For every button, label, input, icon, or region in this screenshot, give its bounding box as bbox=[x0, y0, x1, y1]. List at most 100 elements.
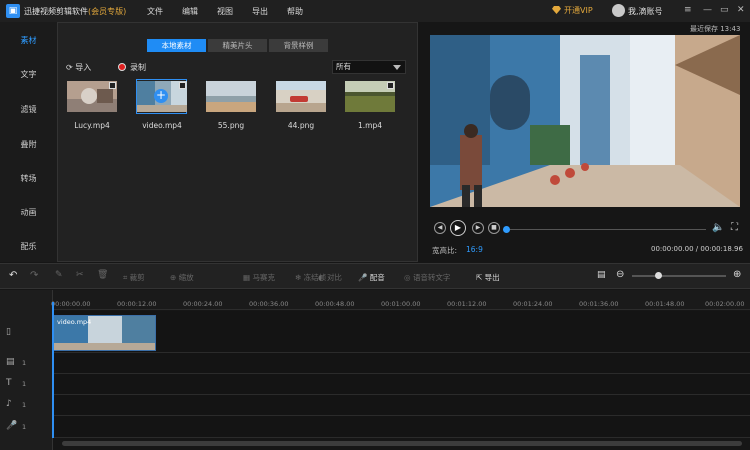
ruler-tick: 00:01:12.00 bbox=[447, 300, 487, 308]
microphone-icon: 🎤 bbox=[6, 421, 18, 431]
film-icon: ▣ bbox=[6, 4, 20, 18]
sidebar-item-text[interactable]: 文字 bbox=[0, 69, 57, 80]
media-library bbox=[57, 22, 418, 262]
refresh-icon: ⟳ bbox=[66, 63, 73, 72]
zoom-out-icon[interactable]: ⊖ bbox=[616, 269, 624, 280]
menu-view[interactable]: 视图 bbox=[217, 6, 233, 17]
ruler-tick: 00:00:48.00 bbox=[315, 300, 355, 308]
edit-icon[interactable]: ✎ bbox=[55, 270, 63, 280]
video-badge-icon bbox=[179, 82, 186, 89]
dub-button[interactable]: 🎤 配音 bbox=[358, 272, 385, 283]
redo-icon[interactable]: ↷ bbox=[30, 270, 38, 281]
ruler-tick: 00:02:00.00 bbox=[705, 300, 745, 308]
zoom-slider[interactable] bbox=[632, 275, 726, 277]
horizontal-scrollbar[interactable] bbox=[62, 441, 742, 446]
close-icon[interactable]: ✕ bbox=[737, 5, 745, 15]
aspect-label: 宽高比: bbox=[432, 246, 458, 255]
track-number: 1 bbox=[22, 359, 27, 367]
track-number: 1 bbox=[22, 401, 27, 409]
volume-icon[interactable]: 🔈 bbox=[712, 222, 724, 233]
video-badge-icon bbox=[387, 82, 394, 89]
record-icon bbox=[118, 63, 126, 71]
menu-file[interactable]: 文件 bbox=[147, 6, 163, 17]
minimize-icon[interactable]: — bbox=[703, 5, 712, 15]
delete-icon[interactable]: 🗑 bbox=[97, 270, 108, 280]
sidebar-item-music[interactable]: 配乐 bbox=[0, 241, 57, 252]
previous-frame-button[interactable]: ◀ bbox=[434, 222, 446, 234]
seek-bar[interactable] bbox=[503, 229, 706, 230]
ruler-tick: 00:00:00.00 bbox=[51, 300, 91, 308]
undo-icon[interactable]: ↶ bbox=[9, 270, 17, 281]
text-track[interactable] bbox=[53, 374, 750, 395]
mosaic-button[interactable]: ▦ 马赛克 bbox=[243, 272, 275, 283]
contrast-button[interactable]: ◐ 对比 bbox=[318, 272, 342, 283]
menu-export[interactable]: 导出 bbox=[252, 6, 268, 17]
thumb-44png[interactable] bbox=[276, 81, 326, 112]
thumb-lucy[interactable] bbox=[67, 81, 117, 112]
import-button[interactable]: ⟳ 导入 bbox=[66, 62, 91, 73]
thumb-label: 44.png bbox=[287, 121, 315, 130]
record-button[interactable]: 录制 bbox=[118, 62, 146, 73]
app-title: 迅捷视频剪辑软件(会员专版) bbox=[24, 7, 127, 16]
menu-edit[interactable]: 编辑 bbox=[182, 6, 198, 17]
timecode: 00:00:00.00 / 00:00:18.96 bbox=[651, 245, 743, 253]
playhead[interactable] bbox=[52, 302, 54, 438]
ruler-tick: 00:00:24.00 bbox=[183, 300, 223, 308]
fit-timeline-icon[interactable]: ▤ bbox=[597, 270, 606, 280]
ruler-tick: 00:01:24.00 bbox=[513, 300, 553, 308]
video-preview[interactable] bbox=[430, 35, 740, 207]
open-vip-button[interactable]: 开通VIP bbox=[552, 5, 593, 16]
tab-backgrounds[interactable]: 背景样例 bbox=[269, 39, 328, 52]
thumb-label: 1.mp4 bbox=[358, 121, 382, 130]
clip-label: video.mp4 bbox=[57, 318, 92, 326]
thumb-55png[interactable] bbox=[206, 81, 256, 112]
sidebar-item-animation[interactable]: 动画 bbox=[0, 207, 57, 218]
ruler-tick: 00:01:36.00 bbox=[579, 300, 619, 308]
video-badge-icon bbox=[109, 82, 116, 89]
menu-help[interactable]: 帮助 bbox=[287, 6, 303, 17]
main-video-track[interactable] bbox=[53, 311, 750, 353]
play-button[interactable]: ▶ bbox=[450, 220, 466, 236]
voice-track[interactable] bbox=[53, 416, 750, 438]
export-button[interactable]: ⇱ 导出 bbox=[476, 272, 500, 283]
ruler-tick: 00:00:12.00 bbox=[117, 300, 157, 308]
track-number: 1 bbox=[22, 380, 27, 388]
stop-button[interactable]: ■ bbox=[488, 222, 500, 234]
music-note-icon: ♪ bbox=[6, 399, 12, 409]
video-track[interactable] bbox=[53, 353, 750, 374]
seek-handle[interactable] bbox=[503, 226, 510, 233]
aspect-ratio-select[interactable]: 16:9 bbox=[466, 245, 483, 254]
sidebar-item-transition[interactable]: 转场 bbox=[0, 173, 57, 184]
avatar[interactable] bbox=[612, 4, 625, 17]
filter-select[interactable]: 所有 bbox=[332, 60, 406, 74]
tab-intros[interactable]: 精美片头 bbox=[208, 39, 267, 52]
split-icon[interactable]: ✂ bbox=[76, 270, 84, 280]
account-button[interactable]: 我,滴账号 bbox=[628, 6, 663, 17]
text-icon: T bbox=[6, 378, 12, 388]
save-status: 最近保存 13:43 bbox=[690, 25, 741, 33]
edition-label: (会员专版) bbox=[88, 7, 127, 16]
menu-icon[interactable]: ≡ bbox=[684, 5, 692, 15]
thumb-label: Lucy.mp4 bbox=[74, 121, 110, 130]
fullscreen-icon[interactable]: ⛶ bbox=[731, 222, 738, 233]
zoom-in-icon[interactable]: ⊕ bbox=[733, 269, 741, 280]
film-icon: ▤ bbox=[6, 357, 15, 367]
maximize-icon[interactable]: ▭ bbox=[720, 5, 729, 15]
crop-button[interactable]: ⌗ 裁剪 bbox=[123, 272, 145, 283]
tab-local-media[interactable]: 本地素材 bbox=[147, 39, 206, 52]
zoom-slider-handle[interactable] bbox=[655, 272, 662, 279]
speech-to-text-button[interactable]: ◎ 语音转文字 bbox=[404, 272, 450, 283]
sidebar-item-filter[interactable]: 滤镜 bbox=[0, 104, 57, 115]
thumb-1mp4[interactable] bbox=[345, 81, 395, 112]
thumb-label: video.mp4 bbox=[142, 121, 182, 130]
ruler-tick: 00:01:48.00 bbox=[645, 300, 685, 308]
sidebar-item-media[interactable]: 素材 bbox=[0, 35, 57, 46]
next-frame-button[interactable]: ▶ bbox=[472, 222, 484, 234]
add-to-timeline-button[interactable]: + bbox=[154, 89, 168, 103]
sidebar-item-overlay[interactable]: 叠附 bbox=[0, 139, 57, 150]
ruler-tick: 00:00:36.00 bbox=[249, 300, 289, 308]
music-track[interactable] bbox=[53, 395, 750, 416]
zoom-button[interactable]: ⊕ 缩放 bbox=[170, 272, 194, 283]
chevron-down-icon bbox=[393, 65, 401, 70]
ruler-tick: 00:01:00.00 bbox=[381, 300, 421, 308]
